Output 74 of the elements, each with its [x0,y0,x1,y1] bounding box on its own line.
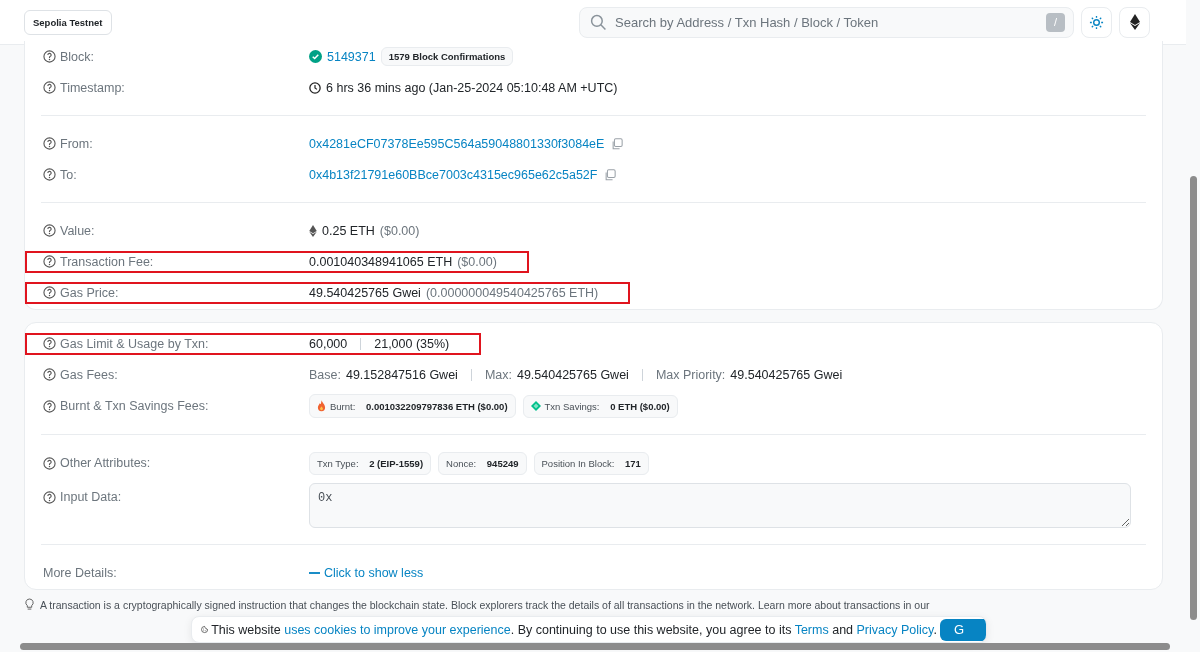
field-label: More Details: [43,565,117,580]
help-icon [43,168,56,181]
theme-button[interactable] [1081,6,1112,38]
fee-label: Max: [484,367,512,382]
field-label: From: [60,136,93,151]
help-icon [43,81,56,94]
help-icon [43,337,56,350]
field-label: Other Attributes: [60,456,151,470]
help-icon [43,368,56,381]
cookies-link[interactable]: uses cookies to improve your experience [284,622,511,637]
flame-icon [317,400,326,412]
fiat-text: (0.000000049540425765 ETH) [425,285,599,300]
cookie-icon [201,623,209,636]
attribute-badge: Nonce: 945249 [438,451,527,475]
address-link[interactable]: 0x4281eCF07378Ee595C564a59048801330f3084eE [309,136,605,151]
network-badge: Sepolia Testnet [24,9,112,35]
copy-icon[interactable] [611,137,624,150]
field-label: Gas Price: [60,285,119,300]
help-icon [43,255,56,268]
copy-icon[interactable] [604,168,617,181]
field-label: Gas Fees: [60,367,118,382]
attribute-badge: Txn Savings: 0 ETH ($0.00) [522,394,678,418]
sun-icon [1089,14,1104,30]
fee-value: 49.540425765 Gwei [516,367,629,382]
ethereum-icon [1129,14,1140,30]
amount-text: 0.25 ETH [322,223,375,238]
lightbulb-icon [24,598,35,611]
fiat-text: ($0.00) [379,223,420,238]
amount-text: 0.001040348941065 ETH [309,254,453,269]
field-label: To: [60,167,77,182]
attribute-badge: Txn Type: 2 (EIP-1559) [309,451,432,475]
field-label: Burnt & Txn Savings Fees: [60,399,209,413]
diamond-icon [530,401,541,411]
fee-value: 49.540425765 Gwei [730,367,843,382]
fee-label: Base: [309,367,341,382]
help-icon [43,224,56,237]
minus-icon [309,571,320,574]
shortcut-key: / [1046,12,1065,32]
amount-text: 49.540425765 Gwei [309,285,421,300]
confirmations-badge: 1579 Block Confirmations [380,47,514,66]
help-icon [43,456,56,470]
attribute-badge: Position In Block: 171 [533,451,649,475]
network-button[interactable] [1119,6,1150,38]
fee-value: 21,000 (35%) [374,336,450,351]
block-link[interactable]: 5149371 [327,49,376,64]
search-field[interactable]: Search by Address / Txn Hash / Block / Token [613,13,1040,31]
field-label: Block: [60,49,95,64]
fee-value: 49.152847516 Gwei [345,367,458,382]
field-label: Input Data: [60,490,122,504]
fee-label: Max Priority: [655,367,726,382]
clock-icon [309,81,321,94]
search-icon [590,13,607,31]
fee-value: 60,000 [309,336,348,351]
field-label: Transaction Fee: [60,254,154,269]
cookie-message: This website uses cookies to improve your experience. By continuing to use this website, you agree to its Terms and Privacy Policy. [211,622,937,637]
help-icon [43,50,56,63]
input-data-field[interactable]: 0x [309,483,1131,528]
check-circle-icon [309,50,322,63]
field-label: Timestamp: [60,80,125,95]
ethereum-icon [309,224,317,237]
field-label: Gas Limit & Usage by Txn: [60,336,209,351]
terms-link[interactable]: Terms [794,622,829,637]
footer-note: A transaction is a cryptographically signed instruction that changes the blockchain state. Block explorers track the details of all transactions in the network. Learn more about transactions in our [40,598,930,611]
address-link[interactable]: 0x4b13f21791e60BBce7003c4315ec965e62c5a52F [309,167,598,182]
field-label: Value: [60,223,95,238]
help-icon [43,399,56,413]
help-icon [43,137,56,150]
timestamp-text: 6 hrs 36 mins ago (Jan-25-2024 05:10:48 AM +UTC) [326,80,618,95]
attribute-badge: Burnt: 0.001032209797836 ETH ($0.00) [309,394,516,418]
help-icon [43,490,56,504]
fiat-text: ($0.00) [457,254,497,269]
accept-button[interactable]: G [939,618,986,641]
show-less-link[interactable]: Click to show less [309,565,424,580]
help-icon [43,286,56,299]
